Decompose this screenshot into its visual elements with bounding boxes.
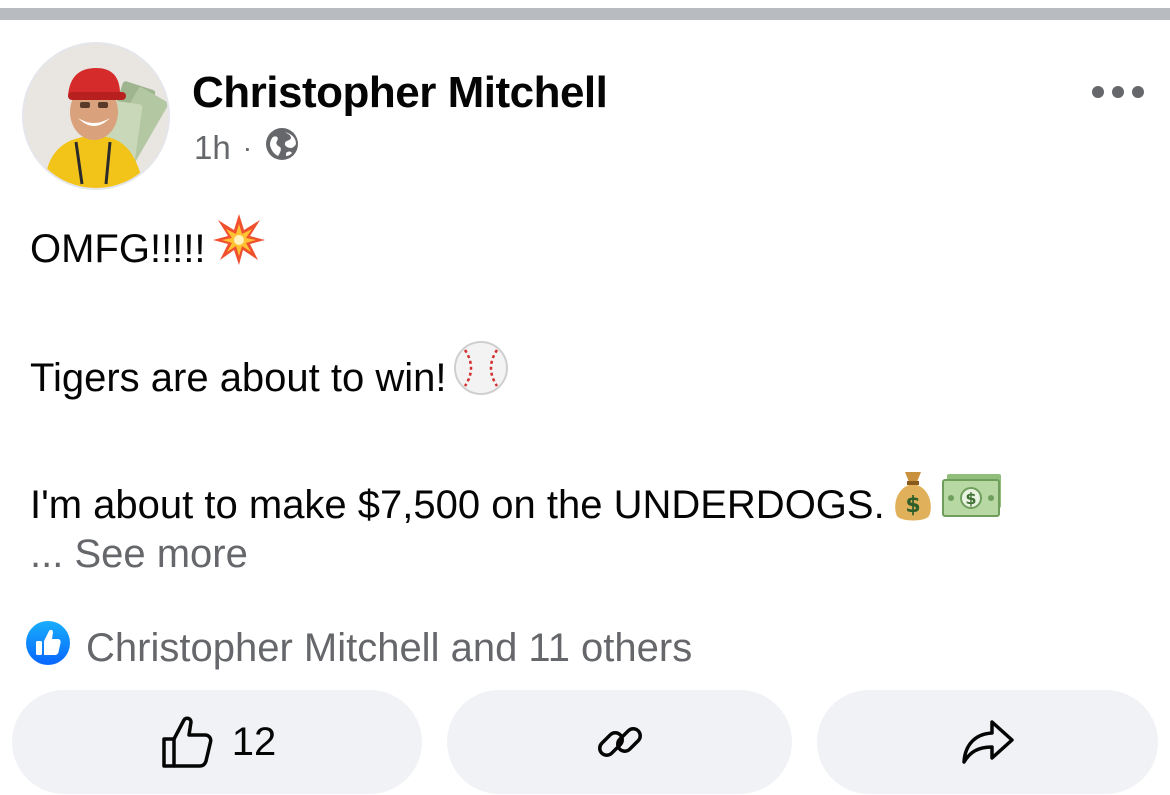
post-body: OMFG!!!!! Tigers are about to win! I'm a… <box>30 214 1160 532</box>
globe-icon <box>264 126 300 170</box>
reactions-summary-text: Christopher Mitchell and 11 others <box>86 625 693 670</box>
money-bag-emoji-icon: $ <box>891 468 935 539</box>
collision-emoji-icon <box>212 212 266 283</box>
svg-text:$: $ <box>905 493 920 518</box>
post-meta: 1h · <box>194 128 300 168</box>
author-avatar[interactable] <box>24 44 168 188</box>
post-timestamp[interactable]: 1h <box>194 129 231 167</box>
see-more-ellipsis: ... <box>30 532 75 576</box>
share-button[interactable] <box>817 690 1158 794</box>
avatar-photo <box>24 44 168 188</box>
post-line-1-text: OMFG!!!!! <box>30 227 206 272</box>
more-options-button[interactable] <box>1086 72 1150 112</box>
post-line-3-text: I'm about to make $7,500 on the UNDERDOG… <box>30 483 885 528</box>
meta-separator: · <box>242 132 253 163</box>
see-more-link[interactable]: See more <box>74 532 247 576</box>
link-icon <box>597 727 642 757</box>
baseball-emoji-icon <box>453 340 509 413</box>
action-bar: 12 <box>12 690 1158 794</box>
svg-text:$: $ <box>965 489 976 508</box>
post-line-3: I'm about to make $7,500 on the UNDERDOG… <box>30 472 1160 532</box>
like-button[interactable]: 12 <box>12 690 422 794</box>
like-reaction-icon <box>24 619 72 677</box>
dollar-banknote-emoji-icon: $ <box>941 472 1005 535</box>
thumbs-up-icon <box>162 716 213 768</box>
share-arrow-icon <box>961 720 1014 764</box>
author-name[interactable]: Christopher Mitchell <box>192 68 608 118</box>
more-dots-icon <box>1092 86 1144 98</box>
feed-divider <box>0 8 1170 20</box>
post-line-2: Tigers are about to win! <box>30 341 1160 404</box>
post-line-2-text: Tigers are about to win! <box>30 356 447 401</box>
see-more-row: ... See more <box>30 532 248 577</box>
post-line-1: OMFG!!!!! <box>30 214 1160 276</box>
copy-link-button[interactable] <box>447 690 792 794</box>
reactions-summary[interactable]: Christopher Mitchell and 11 others <box>24 620 692 676</box>
like-count: 12 <box>231 719 277 764</box>
